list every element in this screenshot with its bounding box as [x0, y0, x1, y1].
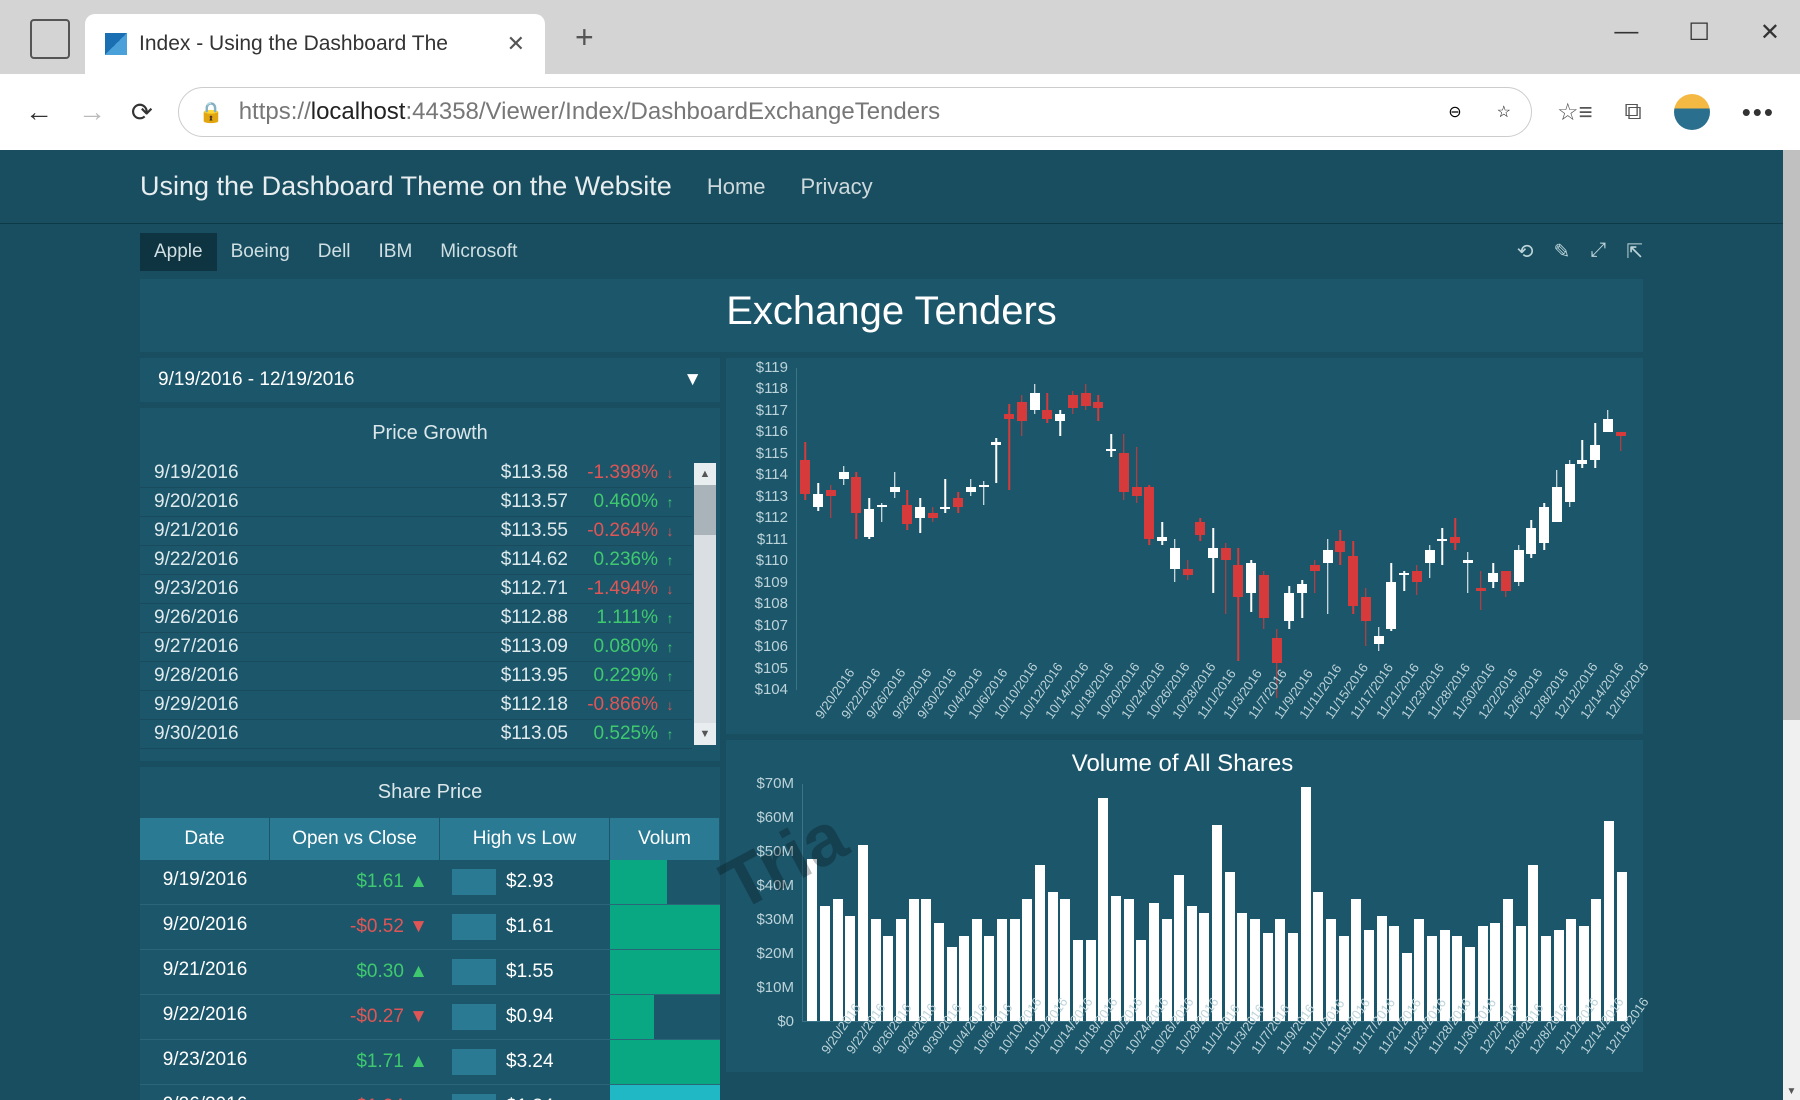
date-range-value: 9/19/2016 - 12/19/2016 [158, 369, 355, 391]
address-bar-row: ← → ⟳ 🔒 https://localhost:44358/Viewer/I… [0, 74, 1800, 150]
scrollbar-thumb[interactable] [1783, 150, 1800, 720]
expand-icon[interactable]: ⤢ [1590, 239, 1606, 264]
tab-apple[interactable]: Apple [140, 233, 217, 271]
collections-icon[interactable]: ⧉ [1625, 98, 1642, 126]
price-growth-title: Price Growth [140, 408, 720, 459]
price-row[interactable]: 9/26/2016$112.881.111%↑ [140, 604, 692, 633]
price-growth-panel: Price Growth ▲ ▼ 9/19/2016$113.58-1.398%… [140, 408, 720, 761]
address-bar[interactable]: 🔒 https://localhost:44358/Viewer/Index/D… [178, 87, 1532, 137]
candlestick-chart: 9/20/20169/22/20169/26/20169/28/20169/30… [726, 358, 1643, 734]
table-row[interactable]: 9/23/2016$1.71 ▲$3.24 [140, 1040, 720, 1085]
tab-bar: Index - Using the Dashboard The ✕ + — ☐ … [0, 0, 1800, 74]
forward-button[interactable]: → [78, 96, 106, 128]
reload-button[interactable]: ⟳ [131, 97, 153, 128]
toolbar: ⟲ ✎ ⤢ ⇱ [1517, 239, 1643, 264]
dashboard: AppleBoeingDellIBMMicrosoft ⟲ ✎ ⤢ ⇱ Exch… [0, 224, 1783, 1100]
tab-microsoft[interactable]: Microsoft [426, 233, 531, 271]
scroll-down-icon[interactable]: ▼ [1783, 1083, 1800, 1100]
price-row[interactable]: 9/23/2016$112.71-1.494%↓ [140, 575, 692, 604]
price-growth-list: ▲ ▼ 9/19/2016$113.58-1.398%↓9/20/2016$11… [140, 459, 720, 749]
table-header: DateOpen vs CloseHigh vs LowVolum [140, 818, 720, 860]
table-row[interactable]: 9/22/2016-$0.27 ▼$0.94 [140, 995, 720, 1040]
dashboard-title: Exchange Tenders [140, 279, 1643, 352]
scroll-up-icon[interactable]: ▲ [694, 463, 716, 485]
table-row[interactable]: 9/19/2016$1.61 ▲$2.93 [140, 860, 720, 905]
zoom-out-icon[interactable]: ⊖ [1448, 102, 1461, 122]
share-price-table: DateOpen vs CloseHigh vs LowVolum9/19/20… [140, 818, 720, 1100]
company-tabs: AppleBoeingDellIBMMicrosoft [140, 233, 531, 271]
profile-avatar[interactable] [1674, 94, 1710, 130]
table-row[interactable]: 9/21/2016$0.30 ▲$1.55 [140, 950, 720, 995]
price-row[interactable]: 9/22/2016$114.620.236%↑ [140, 546, 692, 575]
edit-icon[interactable]: ✎ [1553, 239, 1570, 264]
favorites-icon[interactable]: ☆≡ [1557, 98, 1593, 127]
price-row[interactable]: 9/29/2016$112.18-0.866%↓ [140, 691, 692, 720]
price-row[interactable]: 9/28/2016$113.950.229%↑ [140, 662, 692, 691]
share-price-title: Share Price [140, 767, 720, 818]
close-tab-icon[interactable]: ✕ [507, 31, 525, 57]
menu-icon[interactable]: ••• [1742, 97, 1775, 128]
share-price-panel: Share Price DateOpen vs CloseHigh vs Low… [140, 767, 720, 1100]
volume-bar-chart: Volume of All Shares 9/20/20169/22/20169… [726, 740, 1643, 1072]
site-title: Using the Dashboard Theme on the Website [140, 171, 672, 202]
table-row[interactable]: 9/20/2016-$0.52 ▼$1.61 [140, 905, 720, 950]
bar-chart-title: Volume of All Shares [734, 744, 1631, 780]
export-icon[interactable]: ⇱ [1626, 239, 1643, 264]
window-controls: — ☐ ✕ [1614, 18, 1780, 47]
page-content: Using the Dashboard Theme on the Website… [0, 150, 1783, 1100]
chevron-down-icon: ▼ [683, 369, 702, 391]
page-scrollbar[interactable]: ▲ ▼ [1783, 150, 1800, 1100]
tab-title: Index - Using the Dashboard The [139, 32, 495, 56]
date-range-selector[interactable]: 9/19/2016 - 12/19/2016 ▼ [140, 358, 720, 402]
scrollbar-thumb[interactable] [694, 485, 716, 535]
url-text: https://localhost:44358/Viewer/Index/Das… [239, 98, 940, 126]
toolbar-icons: ☆≡ ⧉ ••• [1557, 94, 1775, 130]
price-row[interactable]: 9/21/2016$113.55-0.264%↓ [140, 517, 692, 546]
list-scrollbar[interactable]: ▲ ▼ [694, 463, 716, 745]
add-favorite-icon[interactable]: ☆ [1497, 102, 1511, 122]
lock-icon: 🔒 [199, 100, 224, 125]
tab-actions-icon[interactable] [30, 19, 70, 59]
tab-boeing[interactable]: Boeing [217, 233, 304, 271]
price-row[interactable]: 9/27/2016$113.090.080%↑ [140, 633, 692, 662]
filter-row: AppleBoeingDellIBMMicrosoft ⟲ ✎ ⤢ ⇱ [140, 224, 1643, 279]
tab-dell[interactable]: Dell [304, 233, 365, 271]
nav-privacy[interactable]: Privacy [801, 174, 873, 200]
browser-tab[interactable]: Index - Using the Dashboard The ✕ [85, 14, 545, 74]
minimize-icon[interactable]: — [1614, 18, 1638, 47]
maximize-icon[interactable]: ☐ [1688, 18, 1710, 47]
price-row[interactable]: 9/19/2016$113.58-1.398%↓ [140, 459, 692, 488]
site-header: Using the Dashboard Theme on the Website… [0, 150, 1783, 224]
favicon-icon [105, 33, 127, 55]
price-row[interactable]: 9/30/2016$113.050.525%↑ [140, 720, 692, 749]
refresh-icon[interactable]: ⟲ [1517, 239, 1534, 264]
back-button[interactable]: ← [25, 96, 53, 128]
table-row[interactable]: 9/26/2016-$1.24 ▼$1.84 [140, 1085, 720, 1100]
new-tab-button[interactable]: + [575, 19, 594, 56]
tab-ibm[interactable]: IBM [365, 233, 427, 271]
close-window-icon[interactable]: ✕ [1760, 18, 1780, 47]
scroll-down-icon[interactable]: ▼ [694, 723, 716, 745]
nav-home[interactable]: Home [707, 174, 766, 200]
price-row[interactable]: 9/20/2016$113.570.460%↑ [140, 488, 692, 517]
browser-chrome: Index - Using the Dashboard The ✕ + — ☐ … [0, 0, 1800, 150]
